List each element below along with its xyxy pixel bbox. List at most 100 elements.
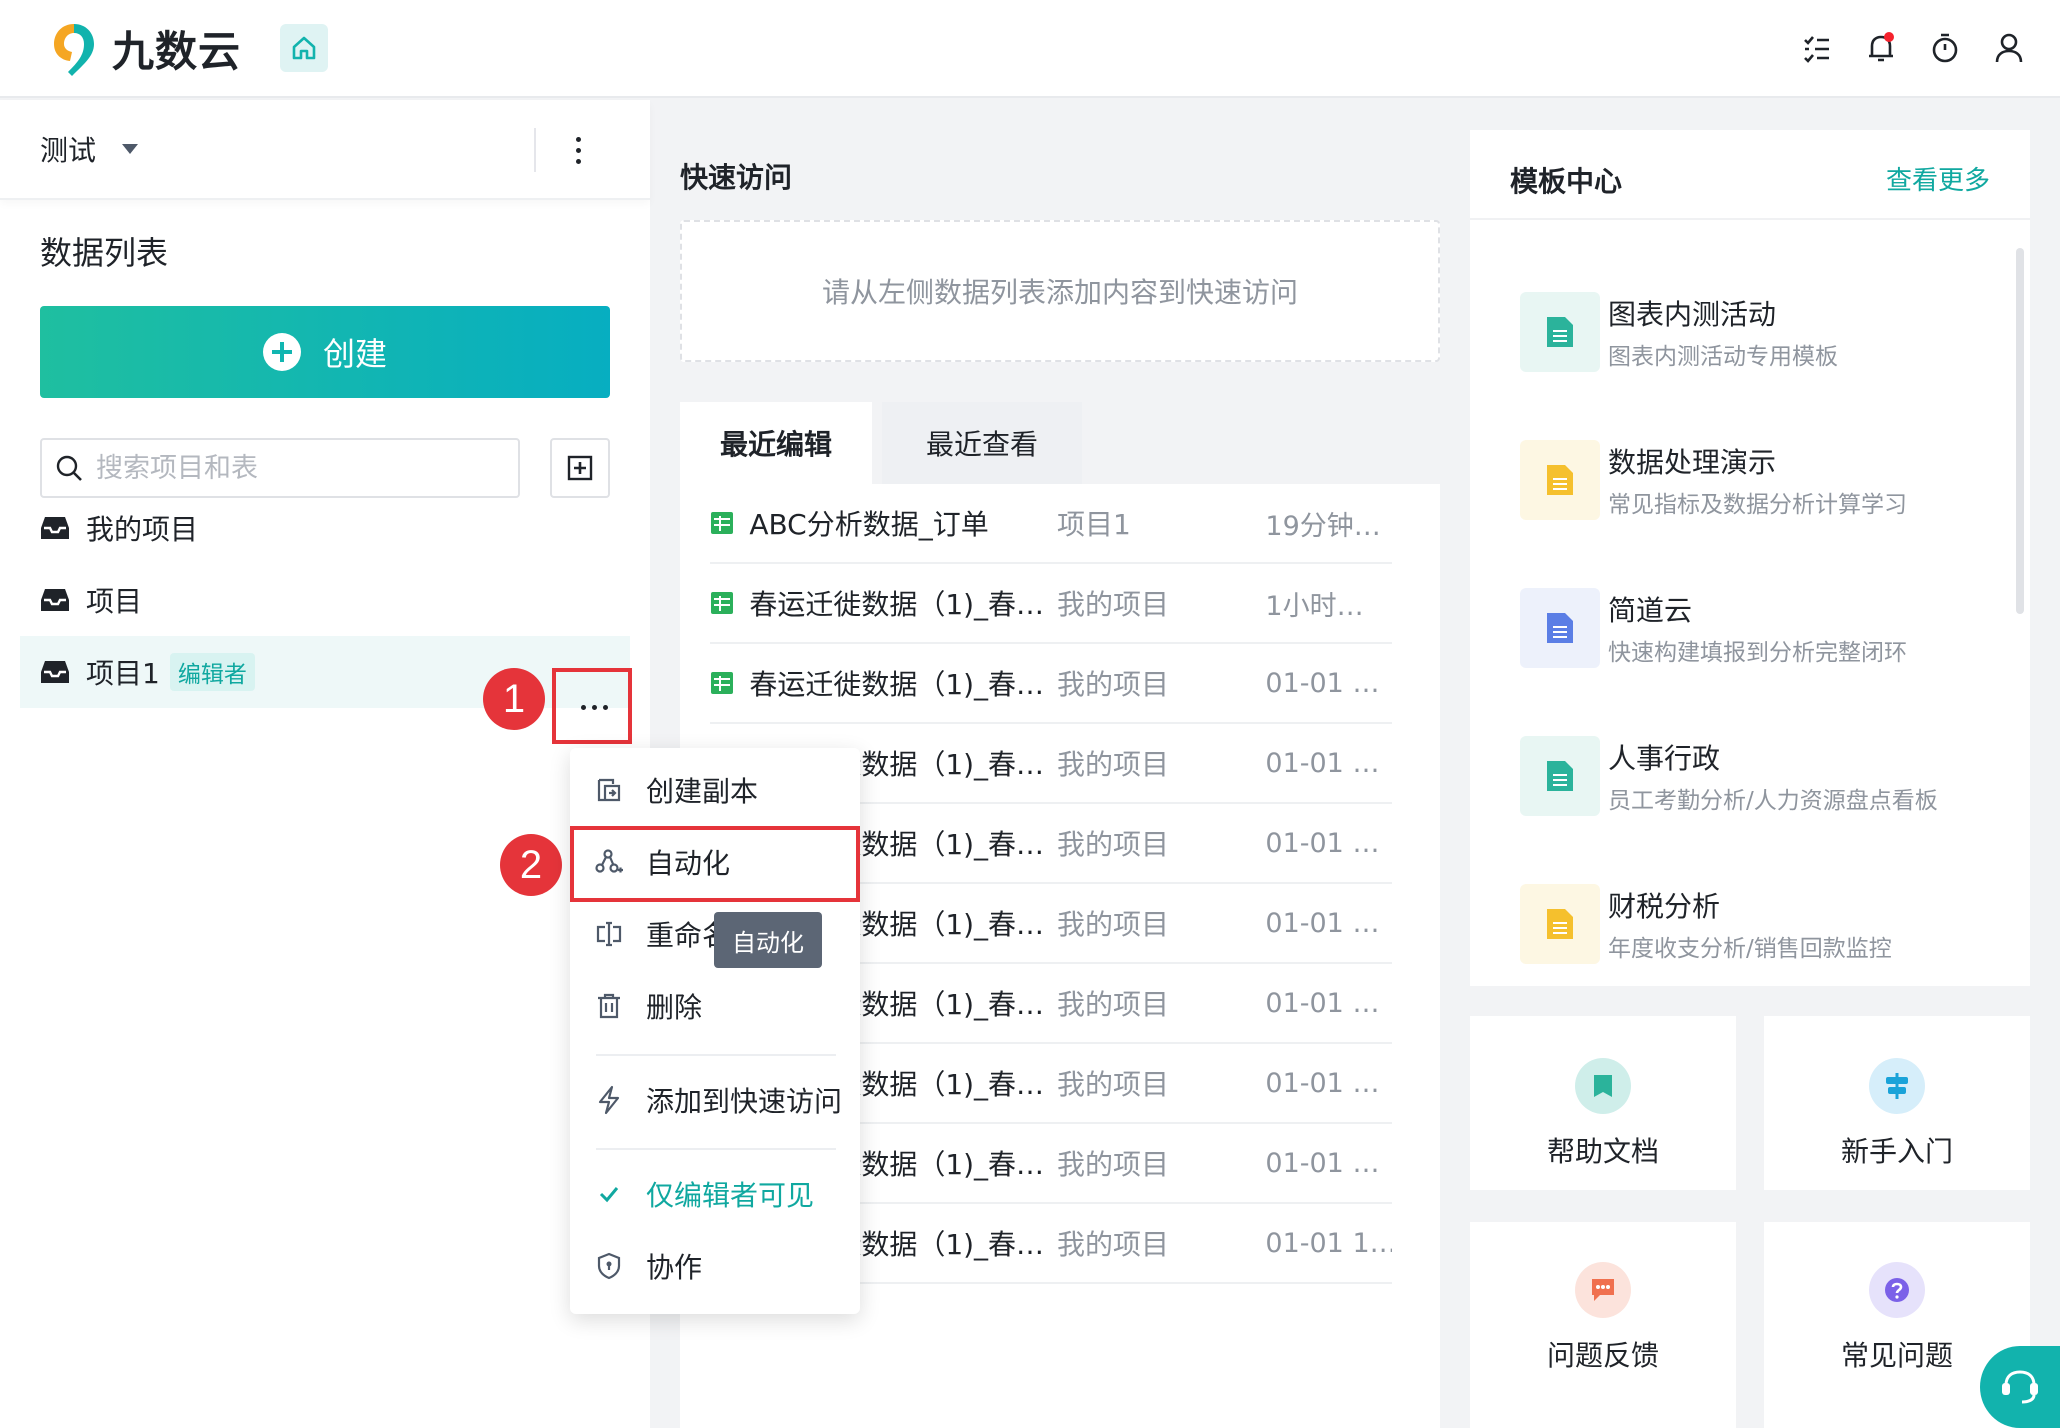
sidebar-item-label: 项目1: [86, 657, 160, 690]
template-desc: 员工考勤分析/人力资源盘点看板: [1608, 788, 1938, 814]
template-item[interactable]: 简道云 快速构建填报到分析完整闭环: [1520, 588, 1980, 668]
sheet-icon: [710, 511, 735, 535]
row-project: 项目1: [1057, 508, 1131, 541]
row-name: 春运迁徙数据（1)_春…: [749, 668, 1045, 701]
sidebar: 测试 数据列表 创建 我的项目 项目 项目1 编辑者: [0, 100, 650, 1428]
menu-item-delete[interactable]: 删除: [570, 974, 860, 1038]
row-time: 01-01 …: [1265, 1067, 1380, 1099]
highlight-box-2: [570, 826, 860, 902]
home-icon: [292, 36, 316, 60]
document-icon: [1520, 440, 1600, 520]
sidebar-item-projects[interactable]: 项目: [20, 564, 630, 636]
menu-item-label: 创建副本: [646, 775, 759, 808]
row-project: 我的项目: [1057, 908, 1170, 941]
chat-icon: [2002, 1370, 2038, 1404]
menu-divider: [596, 1148, 836, 1150]
menu-divider: [596, 1054, 836, 1056]
timer-icon[interactable]: [1928, 28, 1962, 68]
check-icon: [592, 1183, 626, 1205]
beginner-card[interactable]: 新手入门: [1764, 1016, 2030, 1190]
menu-item-editor-only[interactable]: 仅编辑者可见: [570, 1162, 860, 1226]
quick-access-title: 快速访问: [680, 161, 793, 194]
inbox-icon: [40, 586, 70, 614]
view-more-link[interactable]: 查看更多: [1886, 160, 1990, 197]
faq-icon: [1869, 1262, 1925, 1318]
help-doc-icon: [1575, 1058, 1631, 1114]
sidebar-item-my-projects[interactable]: 我的项目: [20, 492, 630, 564]
help-doc-card[interactable]: 帮助文档: [1470, 1016, 1736, 1190]
template-center: 模板中心 查看更多 图表内测活动 图表内测活动专用模板 数据处理演示 常见指标及数据…: [1470, 130, 2030, 986]
row-time: 19分钟…: [1265, 510, 1381, 542]
card-label: 新手入门: [1840, 1135, 1953, 1168]
menu-item-label: 仅编辑者可见: [646, 1179, 815, 1212]
sidebar-item-label: 我的项目: [86, 513, 199, 546]
template-name: 数据处理演示: [1608, 446, 1777, 479]
table-row[interactable]: ABC分析数据_订单 项目1 19分钟…: [710, 484, 1392, 564]
recent-tabs: 最近编辑 最近查看: [680, 402, 1082, 484]
menu-item-label: 添加到快速访问: [646, 1085, 843, 1118]
bell-icon[interactable]: [1864, 28, 1898, 68]
row-project: 我的项目: [1057, 588, 1170, 621]
task-list-icon[interactable]: [1800, 28, 1834, 68]
home-button[interactable]: [280, 24, 328, 72]
logo[interactable]: 九数云: [50, 18, 241, 79]
template-item[interactable]: 人事行政员工考勤分析/人力资源盘点看板: [1520, 736, 1980, 816]
rename-icon: [592, 920, 626, 948]
feedback-card[interactable]: 问题反馈: [1470, 1222, 1736, 1428]
quick-access-empty: 请从左侧数据列表添加内容到快速访问: [680, 220, 1440, 362]
row-project: 我的项目: [1057, 828, 1170, 861]
card-label: 帮助文档: [1546, 1135, 1659, 1168]
highlight-box-1: [552, 668, 632, 744]
row-project: 我的项目: [1057, 1068, 1170, 1101]
template-name: 图表内测活动: [1608, 298, 1777, 331]
menu-item-duplicate[interactable]: 创建副本: [570, 758, 860, 822]
top-header: 九数云: [0, 0, 2060, 98]
search-box[interactable]: [40, 438, 520, 498]
annotation-step-2: 2: [500, 834, 562, 896]
row-time: 1小时…: [1265, 590, 1364, 622]
create-button[interactable]: 创建: [40, 306, 610, 398]
workspace-more-icon[interactable]: [566, 130, 590, 170]
template-item[interactable]: 财税分析 年度收支分析/销售回款监控: [1520, 884, 1980, 964]
add-square-icon: [567, 455, 593, 481]
scrollbar[interactable]: [2016, 248, 2024, 614]
row-project: 我的项目: [1057, 748, 1170, 781]
menu-item-add-quick-access[interactable]: 添加到快速访问: [570, 1068, 860, 1132]
template-item[interactable]: 图表内测活动图表内测活动专用模板: [1520, 292, 1980, 372]
row-time: 01-01 …: [1265, 1147, 1380, 1179]
caret-down-icon: [122, 144, 139, 154]
template-name: 人事行政: [1608, 742, 1721, 775]
user-icon[interactable]: [1992, 28, 2026, 68]
card-label: 问题反馈: [1546, 1339, 1659, 1372]
template-item[interactable]: 数据处理演示 常见指标及数据分析计算学习: [1520, 440, 1980, 520]
annotation-step-1: 1: [483, 668, 545, 730]
divider: [1470, 218, 2030, 220]
document-icon: [1520, 588, 1600, 668]
row-time: 01-01 …: [1265, 987, 1380, 1019]
row-project: 我的项目: [1057, 668, 1170, 701]
workspace-name: 测试: [40, 134, 97, 167]
row-project: 我的项目: [1057, 1148, 1170, 1181]
search-input[interactable]: [96, 452, 496, 484]
table-row[interactable]: 春运迁徙数据（1)_春… 我的项目 1小时…: [710, 564, 1392, 644]
template-desc: 图表内测活动专用模板: [1608, 344, 1838, 370]
workspace-selector[interactable]: 测试: [0, 100, 650, 200]
table-row[interactable]: 春运迁徙数据（1)_春… 我的项目 01-01 …: [710, 644, 1392, 724]
lightning-icon: [592, 1085, 626, 1115]
inbox-icon: [40, 514, 70, 542]
menu-item-collaborate[interactable]: 协作: [570, 1234, 860, 1298]
row-time: 01-01 1…: [1265, 1227, 1392, 1259]
tab-recent-edited[interactable]: 最近编辑: [680, 402, 872, 484]
menu-item-label: 删除: [646, 991, 703, 1024]
menu-item-label: 协作: [646, 1251, 703, 1284]
add-project-button[interactable]: [550, 438, 610, 498]
template-desc: 年度收支分析/销售回款监控: [1608, 936, 1892, 962]
tab-recent-viewed[interactable]: 最近查看: [882, 402, 1082, 484]
document-icon: [1520, 736, 1600, 816]
row-time: 01-01 …: [1265, 747, 1380, 779]
chat-support-button[interactable]: [1980, 1346, 2060, 1428]
role-badge: 编辑者: [169, 653, 255, 691]
sidebar-item-label: 项目: [86, 585, 143, 618]
brand-name: 九数云: [112, 27, 242, 76]
document-icon: [1520, 884, 1600, 964]
